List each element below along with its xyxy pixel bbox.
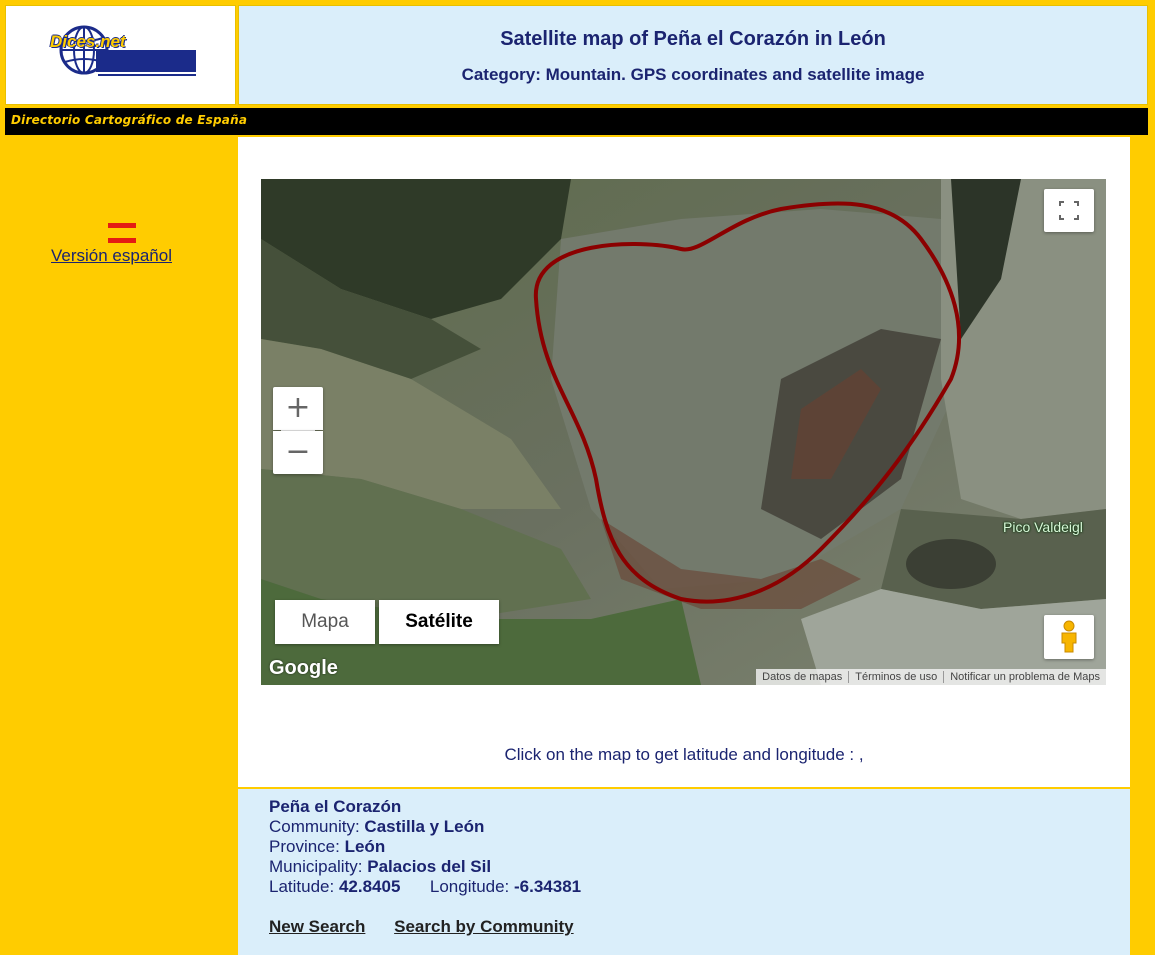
map-data-link[interactable]: Datos de mapas bbox=[756, 669, 848, 685]
logo-box: Dices.net bbox=[5, 5, 236, 105]
province-value: León bbox=[344, 837, 386, 856]
fullscreen-icon bbox=[1059, 201, 1079, 220]
maptype-map-button[interactable]: Mapa bbox=[275, 600, 375, 644]
fullscreen-button[interactable] bbox=[1044, 189, 1094, 232]
header: Satellite map of Peña el Corazón in León… bbox=[238, 5, 1148, 105]
satellite-map[interactable]: Pico Valdeigl + − Mapa Satélite Google D… bbox=[261, 179, 1106, 685]
street-view-button[interactable] bbox=[1044, 615, 1094, 659]
place-label: Pico Valdeigl bbox=[1003, 519, 1083, 535]
latitude-label: Latitude: bbox=[269, 877, 339, 896]
maptype-satellite-button[interactable]: Satélite bbox=[379, 600, 499, 644]
logo-text: Dices.net bbox=[50, 32, 126, 51]
zoom-in-button[interactable]: + bbox=[273, 387, 323, 430]
page-subtitle: Category: Mountain. GPS coordinates and … bbox=[461, 65, 925, 84]
new-search-link[interactable]: New Search bbox=[269, 917, 365, 936]
click-coordinates-text: Click on the map to get latitude and lon… bbox=[504, 745, 864, 764]
province-label: Province: bbox=[269, 837, 345, 856]
longitude-label: Longitude: bbox=[429, 877, 515, 896]
place-info: Peña el Corazón Community: Castilla y Le… bbox=[238, 787, 1130, 955]
search-by-community-link[interactable]: Search by Community bbox=[394, 917, 574, 936]
google-logo[interactable]: Google bbox=[269, 657, 338, 680]
plus-icon: + bbox=[285, 390, 311, 425]
report-problem-link[interactable]: Notificar un problema de Maps bbox=[944, 669, 1106, 685]
map-footer: Datos de mapas Términos de uso Notificar… bbox=[756, 669, 1106, 685]
page: Dices.net Satellite map of Peña el Coraz… bbox=[0, 0, 1155, 955]
place-name: Peña el Corazón bbox=[269, 797, 402, 816]
spain-flag-icon[interactable] bbox=[108, 223, 136, 243]
terms-link[interactable]: Términos de uso bbox=[849, 669, 943, 685]
municipality-value: Palacios del Sil bbox=[367, 857, 492, 876]
pegman-icon bbox=[1061, 620, 1077, 653]
spanish-version-link[interactable]: Versión español bbox=[51, 246, 172, 266]
minus-icon: − bbox=[285, 434, 311, 469]
directory-title: Directorio Cartográfico de España bbox=[11, 113, 248, 127]
community-value: Castilla y León bbox=[364, 817, 485, 836]
zoom-out-button[interactable]: − bbox=[273, 431, 323, 474]
latitude-value: 42.8405 bbox=[338, 877, 401, 896]
main-content: Pico Valdeigl + − Mapa Satélite Google D… bbox=[238, 137, 1130, 787]
search-links: New Search Search by Community bbox=[269, 917, 598, 937]
directory-band: Directorio Cartográfico de España bbox=[5, 108, 1148, 135]
municipality-label: Municipality: bbox=[269, 857, 368, 876]
place-details: Peña el Corazón Community: Castilla y Le… bbox=[269, 797, 581, 897]
longitude-value: -6.34381 bbox=[514, 877, 582, 896]
community-label: Community: bbox=[269, 817, 365, 836]
page-title: Satellite map of Peña el Corazón in León bbox=[500, 28, 886, 50]
